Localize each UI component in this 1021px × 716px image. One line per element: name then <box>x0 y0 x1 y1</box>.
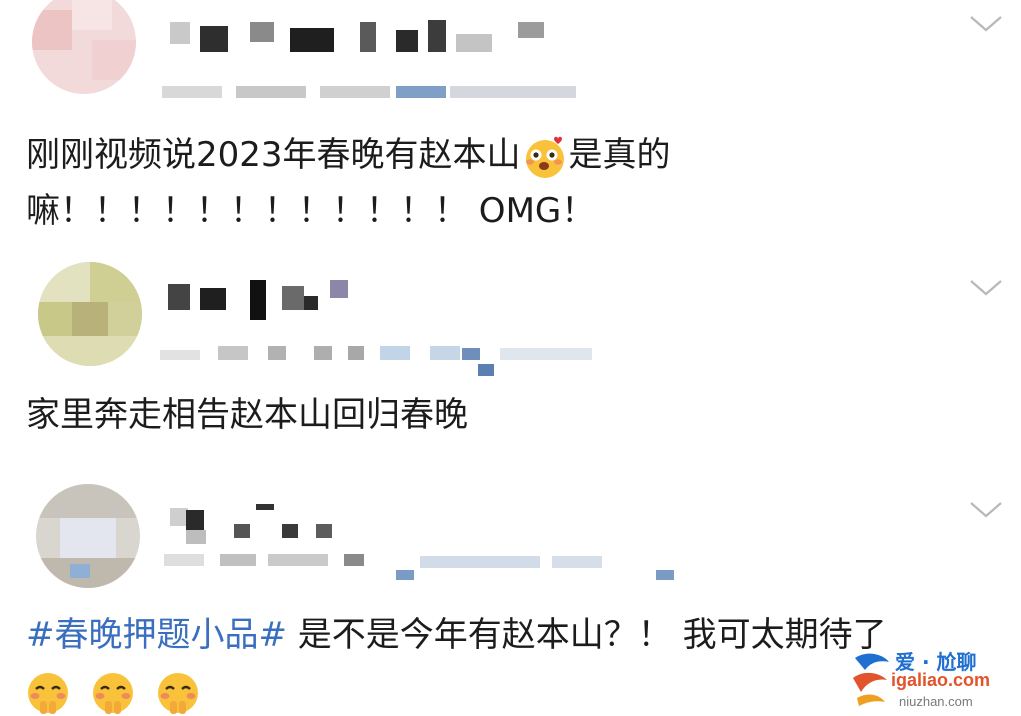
comment-1: 刚刚视频说2023年春晚有赵本山 是真的 嘛！！！！！！！！！！！！ OMG！ <box>0 0 1021 240</box>
hashtag-link[interactable]: #春晚押题小品# <box>26 615 287 655</box>
blushing-hands-face-emoji <box>157 672 198 714</box>
blushing-hands-face-emoji <box>28 672 68 714</box>
comment-text-line-1: 刚刚视频说2023年春晚有赵本山 是真的 <box>26 126 671 184</box>
comment-text-line-2: 嘛！！！！！！！！！！！！ OMG！ <box>26 191 596 231</box>
avatar[interactable] <box>38 262 142 366</box>
chevron-down-icon[interactable] <box>968 12 1004 34</box>
chevron-down-icon[interactable] <box>968 498 1004 520</box>
avatar[interactable] <box>32 0 136 94</box>
comment-emoji-row <box>24 662 202 716</box>
site-logo-icon <box>853 653 889 706</box>
watermark-url: igaliao.com <box>891 670 991 690</box>
comment-text-line-1: 家里奔走相告赵本山回归春晚 <box>26 395 468 435</box>
blushing-hands-face-emoji <box>92 672 133 714</box>
site-watermark: 爱 · 尬聊 igaliao.com niuzhan.com <box>849 644 1017 714</box>
excited-face-emoji <box>525 136 564 178</box>
avatar[interactable] <box>36 484 140 588</box>
comment-2: 家里奔走相告赵本山回归春晚 <box>0 240 1021 470</box>
comment-text-line-1: #春晚押题小品# 是不是今年有赵本山？！ 我可太期待了 <box>26 615 887 655</box>
chevron-down-icon[interactable] <box>968 276 1004 298</box>
watermark-sub: niuzhan.com <box>899 694 973 709</box>
